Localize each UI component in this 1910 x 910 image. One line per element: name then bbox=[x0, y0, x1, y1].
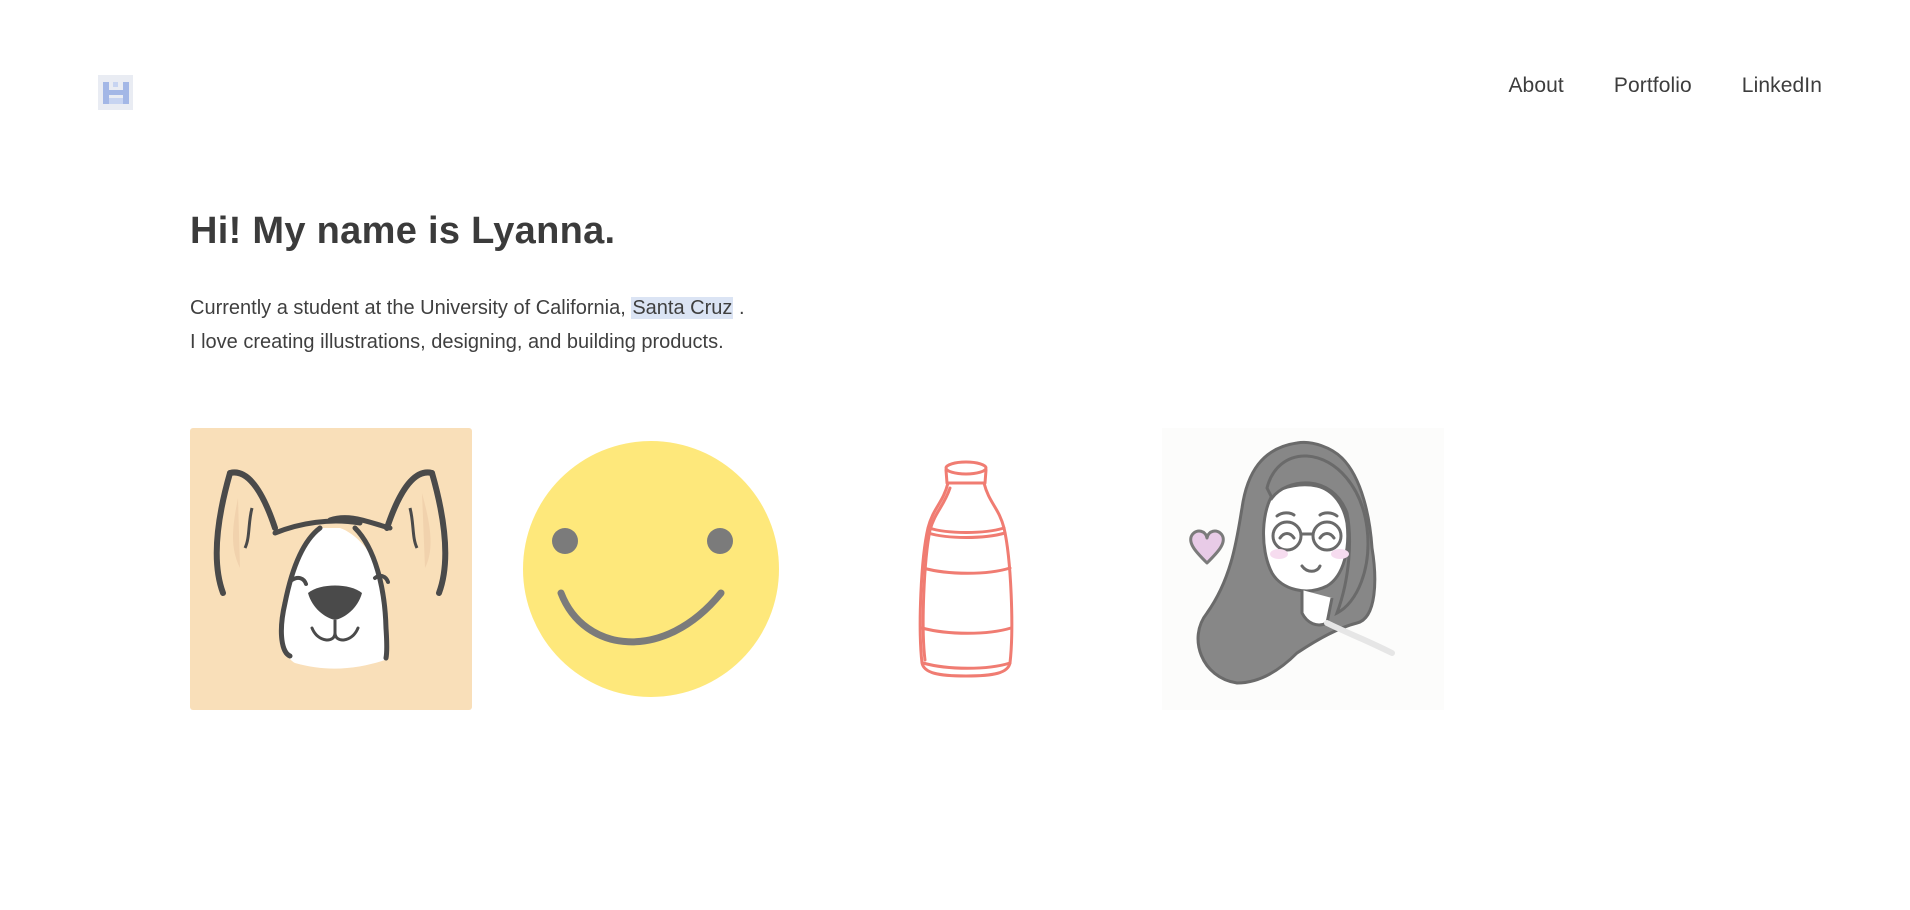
self-portrait-illustration[interactable] bbox=[1162, 428, 1444, 710]
page: About Portfolio LinkedIn Hi! My name is … bbox=[0, 0, 1910, 910]
corgi-illustration[interactable] bbox=[190, 428, 472, 710]
intro-description: Currently a student at the University of… bbox=[190, 291, 745, 359]
smiley-face-illustration[interactable] bbox=[514, 428, 796, 710]
main-nav: About Portfolio LinkedIn bbox=[1508, 74, 1822, 98]
intro-section: Hi! My name is Lyanna. Currently a stude… bbox=[190, 210, 745, 359]
illustration-gallery bbox=[190, 428, 1444, 710]
intro-line-1-suffix: . bbox=[738, 297, 745, 319]
intro-line-1-text: Currently a student at the University of… bbox=[190, 297, 626, 319]
nav-about-link[interactable]: About bbox=[1508, 74, 1563, 98]
nav-portfolio-link[interactable]: Portfolio bbox=[1614, 74, 1692, 98]
intro-line-2: I love creating illustrations, designing… bbox=[190, 331, 724, 353]
intro-line-1: Currently a student at the University of… bbox=[190, 291, 745, 325]
nav-linkedin-link[interactable]: LinkedIn bbox=[1742, 74, 1822, 98]
santa-cruz-link[interactable]: Santa Cruz bbox=[631, 297, 734, 319]
logo-icon[interactable] bbox=[98, 75, 133, 110]
page-title: Hi! My name is Lyanna. bbox=[190, 210, 616, 252]
milk-bottle-illustration[interactable] bbox=[838, 428, 1120, 710]
